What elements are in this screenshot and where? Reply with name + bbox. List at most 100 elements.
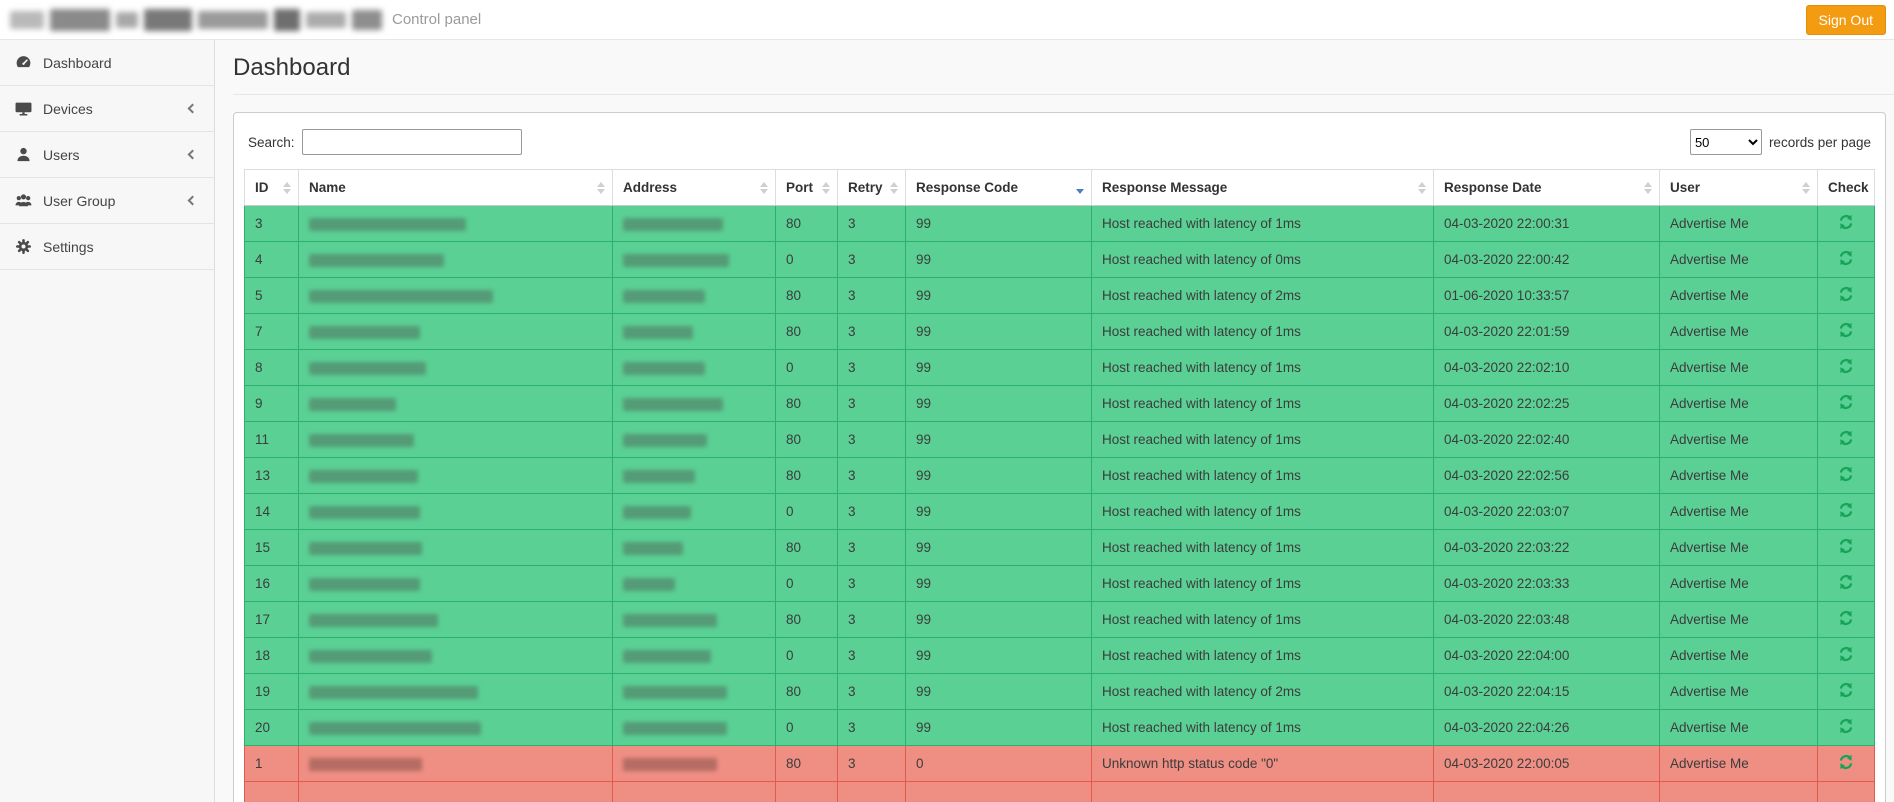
address-cell [613,782,776,802]
retry-cell: 3 [838,422,906,458]
column-header-response-date[interactable]: Response Date [1434,170,1660,206]
column-header-retry[interactable]: Retry [838,170,906,206]
sign-out-button[interactable]: Sign Out [1806,5,1886,35]
retry-cell: 3 [838,602,906,638]
refresh-check-icon[interactable] [1838,250,1854,266]
refresh-check-icon[interactable] [1838,574,1854,590]
user-cell: Advertise Me [1660,494,1818,530]
table-row-device-19: 1980399Host reached with latency of 2ms0… [245,674,1875,710]
response-code-cell: 99 [906,494,1092,530]
refresh-check-icon[interactable] [1838,394,1854,410]
sort-arrows-icon [890,182,898,194]
response-code-cell: 99 [906,422,1092,458]
sidebar-item-users[interactable]: Users [0,132,214,178]
user-cell [1660,782,1818,802]
id-cell: 14 [245,494,299,530]
address-redacted [623,686,727,699]
refresh-check-icon[interactable] [1838,718,1854,734]
table-row-device-15: 1580399Host reached with latency of 1ms0… [245,530,1875,566]
sidebar-item-user-group[interactable]: User Group [0,178,214,224]
refresh-check-icon[interactable] [1838,322,1854,338]
check-cell [1818,494,1875,530]
table-row-device-11: 1180399Host reached with latency of 1ms0… [245,422,1875,458]
user-icon [15,146,32,163]
table-header-row: IDNameAddressPortRetryResponse CodeRespo… [245,170,1875,206]
top-bar: Control panel Sign Out [0,0,1894,40]
column-header-name[interactable]: Name [299,170,613,206]
refresh-check-icon[interactable] [1838,286,1854,302]
response-date-cell: 04-03-2020 22:04:00 [1434,638,1660,674]
name-redacted [309,758,422,771]
response-code-cell: 99 [906,242,1092,278]
response-message-cell: Host reached with latency of 1ms [1092,638,1434,674]
response-message-cell: Host reached with latency of 1ms [1092,386,1434,422]
address-cell [613,530,776,566]
retry-cell: 3 [838,278,906,314]
table-row-device-1: 18030Unknown http status code "0"04-03-2… [245,746,1875,782]
refresh-check-icon[interactable] [1838,466,1854,482]
name-redacted [309,362,426,375]
column-label: Address [623,180,677,195]
name-redacted [309,578,420,591]
address-redacted [623,506,691,519]
table-row-device-20: 200399Host reached with latency of 1ms04… [245,710,1875,746]
response-message-cell [1092,782,1434,802]
page-size-select[interactable]: 50 [1690,129,1762,155]
column-header-response-code[interactable]: Response Code [906,170,1092,206]
user-cell: Advertise Me [1660,530,1818,566]
column-header-user[interactable]: User [1660,170,1818,206]
refresh-check-icon[interactable] [1838,502,1854,518]
response-date-cell: 04-03-2020 22:00:42 [1434,242,1660,278]
response-code-cell: 99 [906,710,1092,746]
column-header-response-message[interactable]: Response Message [1092,170,1434,206]
id-cell: 16 [245,566,299,602]
address-redacted [623,470,695,483]
table-row-device-5: 580399Host reached with latency of 2ms01… [245,278,1875,314]
column-header-port[interactable]: Port [776,170,838,206]
refresh-check-icon[interactable] [1838,214,1854,230]
name-cell [299,494,613,530]
id-cell: 19 [245,674,299,710]
retry-cell: 3 [838,710,906,746]
port-cell: 0 [776,566,838,602]
address-cell [613,242,776,278]
address-cell [613,638,776,674]
name-cell [299,458,613,494]
check-cell [1818,350,1875,386]
refresh-check-icon[interactable] [1838,430,1854,446]
name-redacted [309,254,444,267]
control-panel-label: Control panel [392,11,481,28]
sort-arrows-icon [822,182,830,194]
column-header-address[interactable]: Address [613,170,776,206]
refresh-check-icon[interactable] [1838,754,1854,770]
desktop-icon [15,100,32,117]
column-header-id[interactable]: ID [245,170,299,206]
table-row-device-17: 1780399Host reached with latency of 1ms0… [245,602,1875,638]
response-message-cell: Host reached with latency of 1ms [1092,566,1434,602]
users-icon [15,192,32,209]
response-message-cell: Host reached with latency of 1ms [1092,422,1434,458]
name-cell [299,206,613,242]
user-cell: Advertise Me [1660,458,1818,494]
sidebar-item-devices[interactable]: Devices [0,86,214,132]
retry-cell: 3 [838,206,906,242]
refresh-check-icon[interactable] [1838,646,1854,662]
refresh-check-icon[interactable] [1838,682,1854,698]
name-redacted [309,326,420,339]
sidebar-item-settings[interactable]: Settings [0,224,214,270]
table-row-device-18: 180399Host reached with latency of 1ms04… [245,638,1875,674]
refresh-check-icon[interactable] [1838,358,1854,374]
search-input[interactable] [302,129,522,155]
refresh-check-icon[interactable] [1838,610,1854,626]
address-redacted [623,758,717,771]
response-message-cell: Host reached with latency of 2ms [1092,674,1434,710]
table-row-device-16: 160399Host reached with latency of 1ms04… [245,566,1875,602]
sidebar-item-dashboard[interactable]: Dashboard [0,40,214,86]
response-date-cell: 04-03-2020 22:03:22 [1434,530,1660,566]
address-redacted [623,290,705,303]
address-redacted [623,722,727,735]
sort-arrows-icon [597,182,605,194]
refresh-check-icon[interactable] [1838,538,1854,554]
port-cell: 80 [776,530,838,566]
address-redacted [623,650,711,663]
